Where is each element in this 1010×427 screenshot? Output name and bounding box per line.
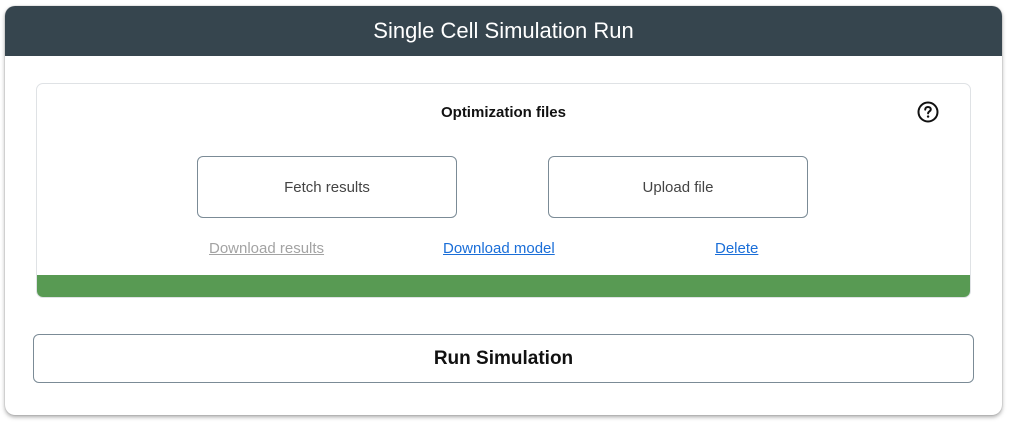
simulation-panel: Single Cell Simulation Run Optimization … — [5, 6, 1002, 415]
progress-bar-fill — [37, 275, 970, 297]
question-circle-icon[interactable] — [917, 101, 939, 123]
progress-bar — [37, 275, 970, 297]
fetch-results-button[interactable]: Fetch results — [197, 156, 457, 218]
run-simulation-button[interactable]: Run Simulation — [33, 334, 974, 383]
panel-header: Single Cell Simulation Run — [5, 6, 1002, 56]
delete-link[interactable]: Delete — [715, 240, 758, 257]
optimization-files-card: Optimization files Fetch results Upload … — [36, 83, 971, 298]
optimization-files-title: Optimization files — [440, 104, 566, 121]
download-model-link[interactable]: Download model — [443, 240, 555, 257]
download-results-link: Download results — [209, 240, 325, 257]
upload-file-button[interactable]: Upload file — [548, 156, 808, 218]
